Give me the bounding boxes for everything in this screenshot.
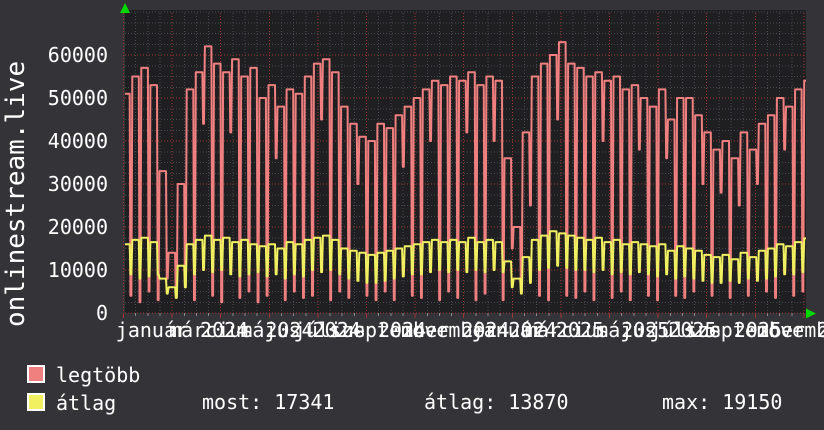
stat-max: max: 19150 (662, 390, 783, 414)
rrd-graph: onlinestream.live 0 10000 20000 30000 40000 5… (0, 0, 824, 430)
stat-most: most: 17341 (202, 390, 335, 414)
y-axis-label: 30000 (47, 172, 108, 196)
legend-row-atlag: átlag (27, 393, 116, 413)
legend-swatch-atlag (27, 393, 45, 411)
y-axis-label: 50000 (47, 86, 108, 110)
legend-label-legtobb: legtöbb (56, 363, 141, 387)
stat-atlag: átlag: 13870 (424, 390, 569, 414)
legend-row-legtobb: legtöbb (27, 365, 140, 385)
y-axis-label: 10000 (47, 258, 108, 282)
y-axis-label: 0 (95, 301, 108, 325)
y-axis-label: 60000 (47, 43, 108, 67)
legend-label-atlag: átlag (56, 391, 117, 415)
legend-swatch-legtobb (27, 365, 45, 383)
y-axis-label: 40000 (47, 129, 108, 153)
y-axis-label: 20000 (47, 215, 108, 239)
x-axis-label: november 2025 (756, 318, 824, 342)
